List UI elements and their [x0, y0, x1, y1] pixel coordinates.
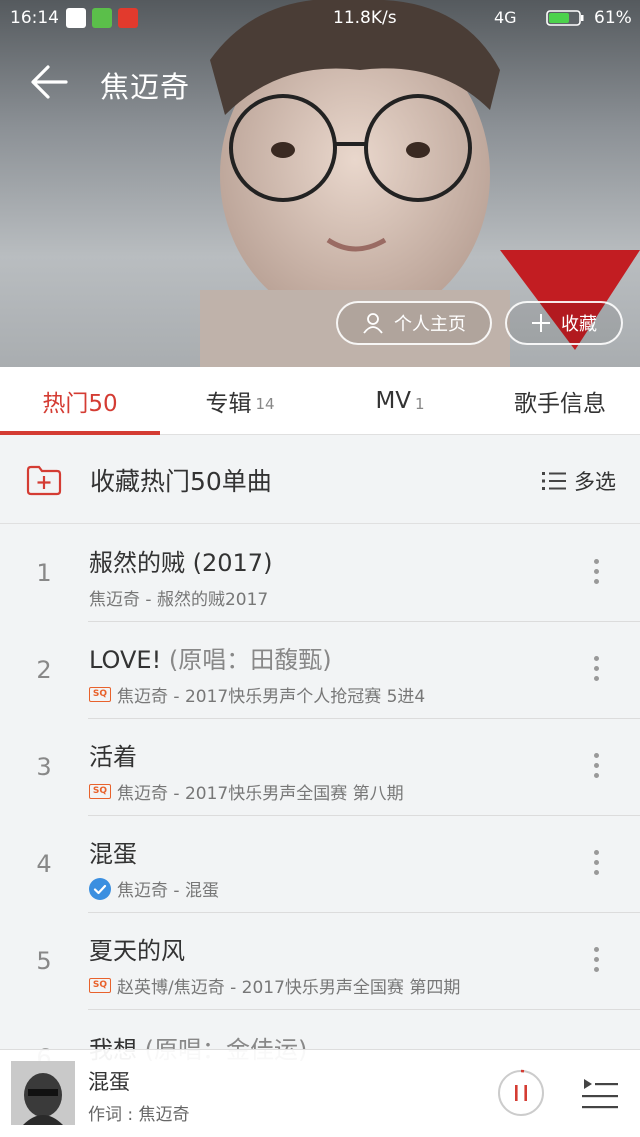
tab-label: 歌手信息	[514, 391, 606, 417]
tab-count: 14	[255, 395, 275, 413]
sq-badge-icon: SQ	[89, 784, 111, 799]
tab-count: 1	[415, 395, 425, 413]
tab-albums[interactable]: 专辑 14	[160, 367, 320, 435]
multi-select-button[interactable]: 多选	[542, 466, 616, 496]
multi-select-label: 多选	[574, 470, 616, 494]
plus-icon	[532, 314, 550, 332]
song-row[interactable]: 5 夏天的风 SQ 赵英博/焦迈奇 - 2017快乐男声全国赛 第四期	[0, 913, 640, 1010]
song-row[interactable]: 4 混蛋 焦迈奇 - 混蛋	[0, 816, 640, 913]
song-number: 4	[36, 850, 52, 878]
pause-icon[interactable]	[497, 1069, 545, 1117]
back-arrow-icon[interactable]	[24, 58, 74, 106]
more-options-icon[interactable]	[588, 559, 604, 589]
playlist-queue-icon[interactable]	[580, 1075, 620, 1111]
song-number: 3	[36, 753, 52, 781]
album-cover-art	[11, 1061, 75, 1125]
verified-check-icon	[89, 877, 111, 900]
network-type: 4G	[494, 8, 517, 27]
now-playing-lyric: 作词 : 焦迈奇	[88, 1105, 190, 1125]
active-tab-indicator	[0, 431, 160, 435]
song-title: 活着	[89, 743, 137, 771]
collect-all-label: 收藏热门50单曲	[90, 467, 272, 496]
more-options-icon[interactable]	[588, 947, 604, 977]
song-title: LOVE! (原唱：田馥甄)	[89, 646, 332, 674]
more-options-icon[interactable]	[588, 656, 604, 686]
album-cover[interactable]	[11, 1061, 75, 1125]
artist-header: 16:14 11.8K/s 4G 61% 焦迈奇 个人主页 收藏	[0, 0, 640, 367]
more-options-icon[interactable]	[588, 850, 604, 880]
folder-add-icon	[26, 465, 62, 496]
status-notification-icons	[66, 8, 138, 28]
song-title: 混蛋	[89, 840, 137, 868]
now-playing-bar[interactable]: 混蛋 作词 : 焦迈奇	[0, 1049, 640, 1137]
song-subtitle: 焦迈奇 - 赧然的贼2017	[89, 590, 269, 610]
status-bar: 16:14 11.8K/s 4G 61%	[0, 0, 640, 36]
tab-bar: 热门50 专辑 14 MV 1 歌手信息	[0, 367, 640, 435]
tab-label: 热门50	[42, 391, 118, 417]
song-row[interactable]: 3 活着 SQ 焦迈奇 - 2017快乐男声全国赛 第八期	[0, 719, 640, 816]
song-title: 赧然的贼 (2017)	[89, 549, 273, 577]
page-title: 焦迈奇	[100, 70, 191, 104]
song-subtitle: SQ 焦迈奇 - 2017快乐男声全国赛 第八期	[89, 779, 404, 804]
more-options-icon[interactable]	[588, 753, 604, 783]
tab-hot50[interactable]: 热门50	[0, 367, 160, 435]
collect-button-label: 收藏	[561, 314, 597, 335]
person-icon	[363, 313, 383, 334]
tab-label: 专辑	[205, 391, 252, 417]
battery-icon	[546, 10, 584, 26]
song-title: 夏天的风	[89, 937, 185, 965]
original-singer: (原唱：田馥甄)	[168, 646, 332, 674]
sq-badge-icon: SQ	[89, 978, 111, 993]
song-number: 1	[36, 559, 52, 587]
song-subtitle: SQ 焦迈奇 - 2017快乐男声个人抢冠赛 5进4	[89, 682, 425, 707]
status-time: 16:14	[10, 8, 59, 28]
song-number: 2	[36, 656, 52, 684]
collect-button[interactable]: 收藏	[505, 301, 623, 345]
tab-mv[interactable]: MV 1	[320, 367, 480, 435]
sq-badge-icon: SQ	[89, 687, 111, 702]
song-row[interactable]: 2 LOVE! (原唱：田馥甄) SQ 焦迈奇 - 2017快乐男声个人抢冠赛 5…	[0, 622, 640, 719]
netease-icon	[118, 8, 138, 28]
profile-button-label: 个人主页	[394, 314, 466, 335]
list-icon	[542, 472, 566, 490]
song-subtitle: SQ 赵英博/焦迈奇 - 2017快乐男声全国赛 第四期	[89, 973, 460, 998]
song-number: 5	[36, 947, 52, 975]
song-subtitle: 焦迈奇 - 混蛋	[89, 876, 219, 901]
app-icon	[92, 8, 112, 28]
tab-label: MV	[375, 388, 412, 414]
qq-icon	[66, 8, 86, 28]
now-playing-title: 混蛋	[88, 1070, 130, 1094]
tab-artist-info[interactable]: 歌手信息	[480, 367, 640, 435]
song-row[interactable]: 1 赧然的贼 (2017) 焦迈奇 - 赧然的贼2017	[0, 525, 640, 622]
network-speed: 11.8K/s	[333, 8, 397, 28]
battery-percent: 61%	[594, 8, 632, 28]
profile-button[interactable]: 个人主页	[336, 301, 492, 345]
